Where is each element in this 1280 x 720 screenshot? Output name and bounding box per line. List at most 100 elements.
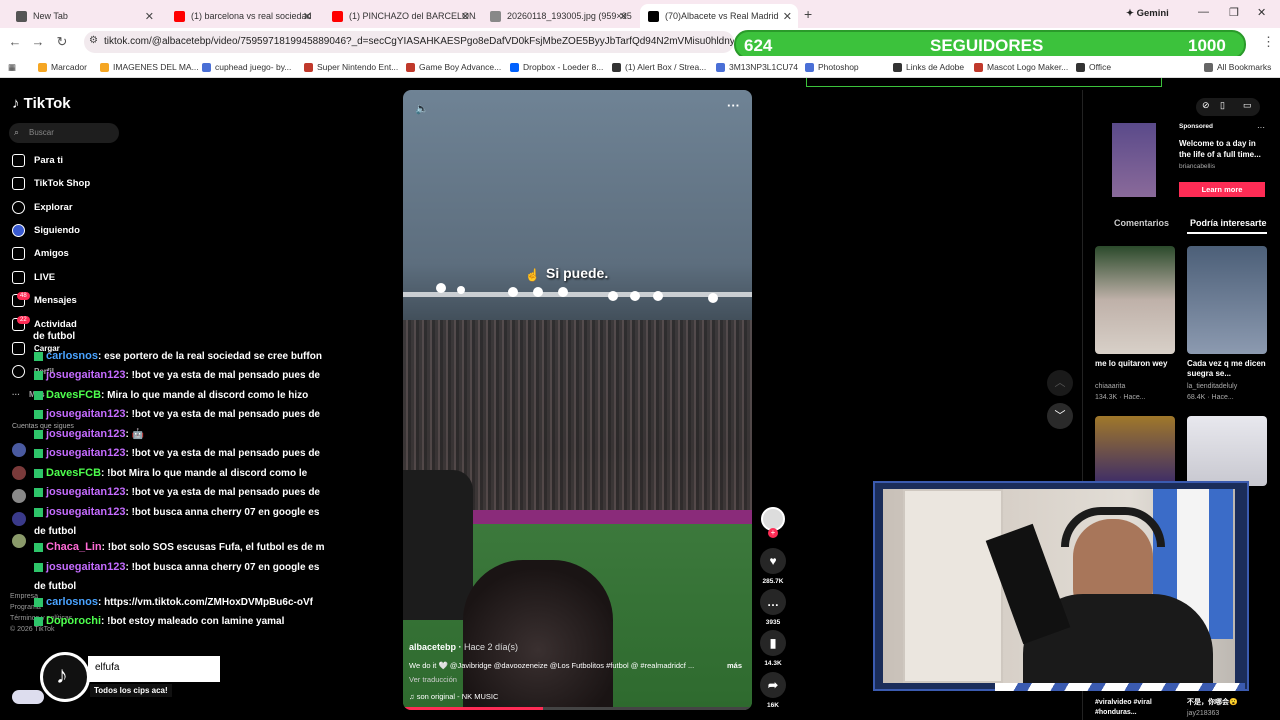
apps-icon[interactable]: ▦	[8, 60, 16, 74]
comment-button[interactable]: … 3935	[760, 589, 786, 626]
site-info-icon[interactable]: ⚙	[89, 35, 98, 46]
avatar[interactable]	[12, 534, 26, 548]
chat-wrap-text: de futbol	[33, 331, 76, 342]
video-author[interactable]: albacetebp · Hace 2 día(s)	[409, 642, 518, 652]
video-card[interactable]	[1187, 246, 1267, 354]
share-button[interactable]: ➦ 16K	[760, 672, 786, 709]
sponsored-thumbnail[interactable]	[1112, 123, 1156, 197]
nav-for-you[interactable]: Para ti	[12, 152, 63, 168]
badge-icon	[34, 351, 43, 361]
tv-camera	[403, 470, 473, 620]
follow-plus-icon[interactable]: +	[768, 528, 778, 538]
bookmark-item[interactable]: Game Boy Advance...	[406, 60, 501, 74]
bookmark-item[interactable]: Dropbox - Loeder 8...	[510, 60, 603, 74]
nav-friends[interactable]: Amigos	[12, 245, 69, 261]
more-options-icon[interactable]: ···	[1257, 123, 1265, 132]
chat-username: josuegaitan123	[46, 428, 126, 440]
chat-username: carlosnos	[46, 596, 98, 608]
phone-icon[interactable]: ▯	[1220, 100, 1225, 111]
avatar[interactable]	[12, 489, 26, 503]
tab-youtube-1[interactable]: (1) barcelona vs real sociedad ✕	[166, 4, 318, 28]
more-link[interactable]: más	[727, 661, 742, 670]
address-bar[interactable]: tiktok.com/@albacetebp/video/75959718199…	[84, 31, 734, 53]
nav-shop[interactable]: TikTok Shop	[12, 175, 90, 191]
nav-explore[interactable]: Explorar	[12, 199, 73, 215]
video-player[interactable]: 🔈 ··· Si puede. albacetebp · Hace 2 día(…	[403, 90, 752, 710]
avatar[interactable]	[12, 443, 26, 457]
close-icon[interactable]: ✕	[619, 10, 628, 23]
sound-link[interactable]: ♫ son original - NK MUSIC	[409, 692, 498, 701]
video-card[interactable]	[1095, 416, 1175, 486]
search-input[interactable]: Buscar	[9, 123, 119, 143]
chat-username: carlosnos	[46, 350, 98, 362]
gemini-button[interactable]: ✦ Gemini	[1126, 8, 1169, 19]
bookmark-item[interactable]: Photoshop	[805, 60, 859, 74]
avatar[interactable]	[12, 466, 26, 480]
chat-username: DavesFCB	[46, 389, 102, 401]
bookmark-item[interactable]: Marcador	[38, 60, 87, 74]
menu-icon[interactable]: ⋮	[1262, 34, 1275, 50]
minimize-button[interactable]: —	[1198, 6, 1209, 18]
bookmark-item[interactable]: Super Nintendo Ent...	[304, 60, 398, 74]
close-icon[interactable]: ✕	[461, 10, 470, 23]
bookmark-item[interactable]: (1) Alert Box / Strea...	[612, 60, 706, 74]
reload-icon[interactable]: ↻	[54, 34, 70, 50]
badge-icon	[34, 487, 43, 497]
next-video-button[interactable]: ﹀	[1047, 403, 1073, 429]
learn-more-button[interactable]: Learn more	[1179, 182, 1265, 197]
prev-video-button[interactable]: ︿	[1047, 370, 1073, 396]
save-button[interactable]: ▮ 14.3K	[760, 630, 786, 667]
chat-message: Chaca_Lin: !bot solo SOS escusas Fufa, e…	[34, 541, 334, 554]
messages-badge: 48	[17, 292, 30, 300]
more-options-icon[interactable]: ···	[727, 98, 740, 113]
badge-icon	[34, 448, 43, 458]
nav-following[interactable]: Siguiendo	[12, 222, 80, 238]
bookmark-item[interactable]: 3M13NP3L1CU74	[716, 60, 798, 74]
status-pill	[12, 690, 44, 704]
close-window-button[interactable]: ✕	[1257, 6, 1266, 19]
badge-icon	[34, 390, 43, 400]
profile-icon	[12, 364, 25, 378]
close-icon[interactable]: ✕	[303, 10, 312, 23]
ad-board	[443, 510, 752, 524]
more-icon: ···	[12, 389, 20, 399]
tab-tiktok-active[interactable]: (70)Albacete vs Real Madrid ✕	[640, 4, 798, 28]
compass-icon[interactable]: ⊘	[1202, 100, 1210, 111]
bookmark-item[interactable]: cuphead juego- by...	[202, 60, 291, 74]
tab-new-tab[interactable]: New Tab ✕	[8, 4, 160, 28]
bookmark-item[interactable]: IMAGENES DEL MA...	[100, 60, 199, 74]
chat-username: josuegaitan123	[46, 408, 126, 420]
badge-icon	[34, 542, 43, 552]
all-bookmarks[interactable]: All Bookmarks	[1204, 60, 1271, 74]
desktop-icon[interactable]: ▭	[1243, 100, 1252, 111]
bookmark-item[interactable]: Office	[1076, 60, 1111, 74]
close-icon[interactable]: ✕	[783, 10, 792, 23]
like-button[interactable]: ♥ 285.7K	[760, 548, 786, 585]
tab-underline	[1187, 232, 1267, 234]
nav-live[interactable]: LIVE	[12, 269, 55, 285]
avatar[interactable]	[12, 512, 26, 526]
chat-message: josuegaitan123: !bot busca anna cherry 0…	[34, 506, 334, 519]
video-description: We do it 🤍 @Javibridge @davoozeneize @Lo…	[409, 661, 695, 670]
tab-youtube-2[interactable]: (1) PINCHAZO del BARCELONA ✕	[324, 4, 476, 28]
translation-link[interactable]: Ver traducción	[409, 675, 457, 684]
tab-recommended[interactable]: Podría interesarte	[1190, 218, 1267, 228]
bookmark-item[interactable]: Links de Adobe	[893, 60, 964, 74]
bookmark-item[interactable]: Mascot Logo Maker...	[974, 60, 1068, 74]
alert-name: elfufa	[88, 656, 220, 682]
maximize-button[interactable]: ❐	[1229, 6, 1239, 19]
new-tab-button[interactable]: +	[804, 6, 812, 22]
followers-goal: 1000	[1188, 36, 1226, 55]
forward-icon[interactable]: →	[30, 34, 46, 49]
video-card[interactable]	[1187, 416, 1267, 486]
close-icon[interactable]: ✕	[145, 10, 154, 23]
tab-image[interactable]: 20260118_193005.jpg (959×95 ✕	[482, 4, 634, 28]
volume-icon[interactable]: 🔈	[415, 102, 429, 115]
tiktok-logo[interactable]: ♪ TikTok	[12, 95, 71, 112]
chat-username: Doporochi	[46, 615, 101, 627]
back-icon[interactable]: ←	[7, 34, 23, 49]
tab-comments[interactable]: Comentarios	[1114, 218, 1169, 228]
tiktok-note-icon: ♪	[56, 662, 68, 689]
video-card[interactable]	[1095, 246, 1175, 354]
headphones	[1061, 507, 1165, 547]
